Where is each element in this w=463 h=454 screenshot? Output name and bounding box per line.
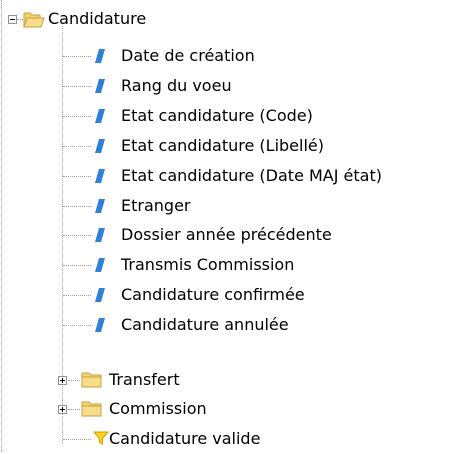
field-icon (95, 79, 105, 93)
tree-connector (63, 206, 91, 207)
filter-icon (93, 431, 109, 445)
tree-connector (63, 176, 91, 177)
field-icon (95, 109, 105, 123)
tree-node-label: Candidature annulée (121, 315, 289, 334)
tree-connector (63, 325, 91, 326)
tree-node-label: Etat candidature (Code) (121, 106, 313, 125)
tree-connector (63, 235, 91, 236)
tree-node-label: Candidature confirmée (121, 285, 305, 304)
tree-connector (63, 439, 91, 440)
field-icon (95, 288, 105, 302)
tree-node-field[interactable]: Dossier année précédente (121, 220, 332, 250)
tree-node-label: Rang du voeu (121, 76, 232, 95)
field-icon (95, 139, 105, 153)
tree-node-transfert[interactable]: Transfert (109, 365, 180, 395)
tree-node-field[interactable]: Transmis Commission (121, 250, 294, 280)
field-icon (95, 318, 105, 332)
tree-node-field[interactable]: Date de création (121, 41, 255, 71)
field-icon (95, 49, 105, 63)
tree-node-label: Commission (109, 399, 207, 418)
expand-toggle-transfert[interactable] (58, 376, 67, 385)
tree-node-field[interactable]: Etranger (121, 191, 190, 221)
object-tree: Candidature Date de création Rang du voeu… (0, 0, 463, 452)
expand-toggle-commission[interactable] (58, 405, 67, 414)
field-icon (95, 258, 105, 272)
tree-node-label: Candidature valide (109, 429, 261, 448)
tree-connector (63, 116, 91, 117)
tree-connector (63, 265, 91, 266)
tree-node-field[interactable]: Candidature annulée (121, 310, 289, 340)
tree-guide-line (1, 0, 2, 452)
folder-icon (81, 401, 102, 417)
tree-node-label: Date de création (121, 46, 255, 65)
tree-connector (63, 295, 91, 296)
tree-node-field[interactable]: Etat candidature (Libellé) (121, 131, 324, 161)
tree-node-field[interactable]: Candidature confirmée (121, 280, 305, 310)
collapse-toggle[interactable] (8, 15, 17, 24)
tree-node-label: Etat candidature (Libellé) (121, 136, 324, 155)
tree-node-candidature-valide[interactable]: Candidature valide (109, 424, 260, 454)
field-icon (95, 169, 105, 183)
field-icon (95, 228, 105, 242)
tree-node-field[interactable]: Etat candidature (Code) (121, 101, 313, 131)
tree-node-field[interactable]: Rang du voeu (121, 71, 232, 101)
tree-connector (63, 86, 91, 87)
tree-node-commission[interactable]: Commission (109, 394, 207, 424)
field-icon (95, 199, 105, 213)
tree-connector (63, 146, 91, 147)
tree-node-label: Etat candidature (Date MAJ état) (121, 166, 382, 185)
tree-node-field[interactable]: Etat candidature (Date MAJ état) (121, 161, 382, 191)
tree-node-label: Dossier année précédente (121, 225, 332, 244)
tree-node-label: Transmis Commission (121, 255, 295, 274)
tree-node-label: Etranger (121, 196, 191, 215)
tree-connector (68, 380, 80, 381)
tree-node-label: Transfert (109, 370, 180, 389)
folder-open-icon (23, 12, 45, 28)
folder-icon (81, 372, 102, 388)
tree-connector (68, 409, 80, 410)
tree-connector (63, 56, 91, 57)
